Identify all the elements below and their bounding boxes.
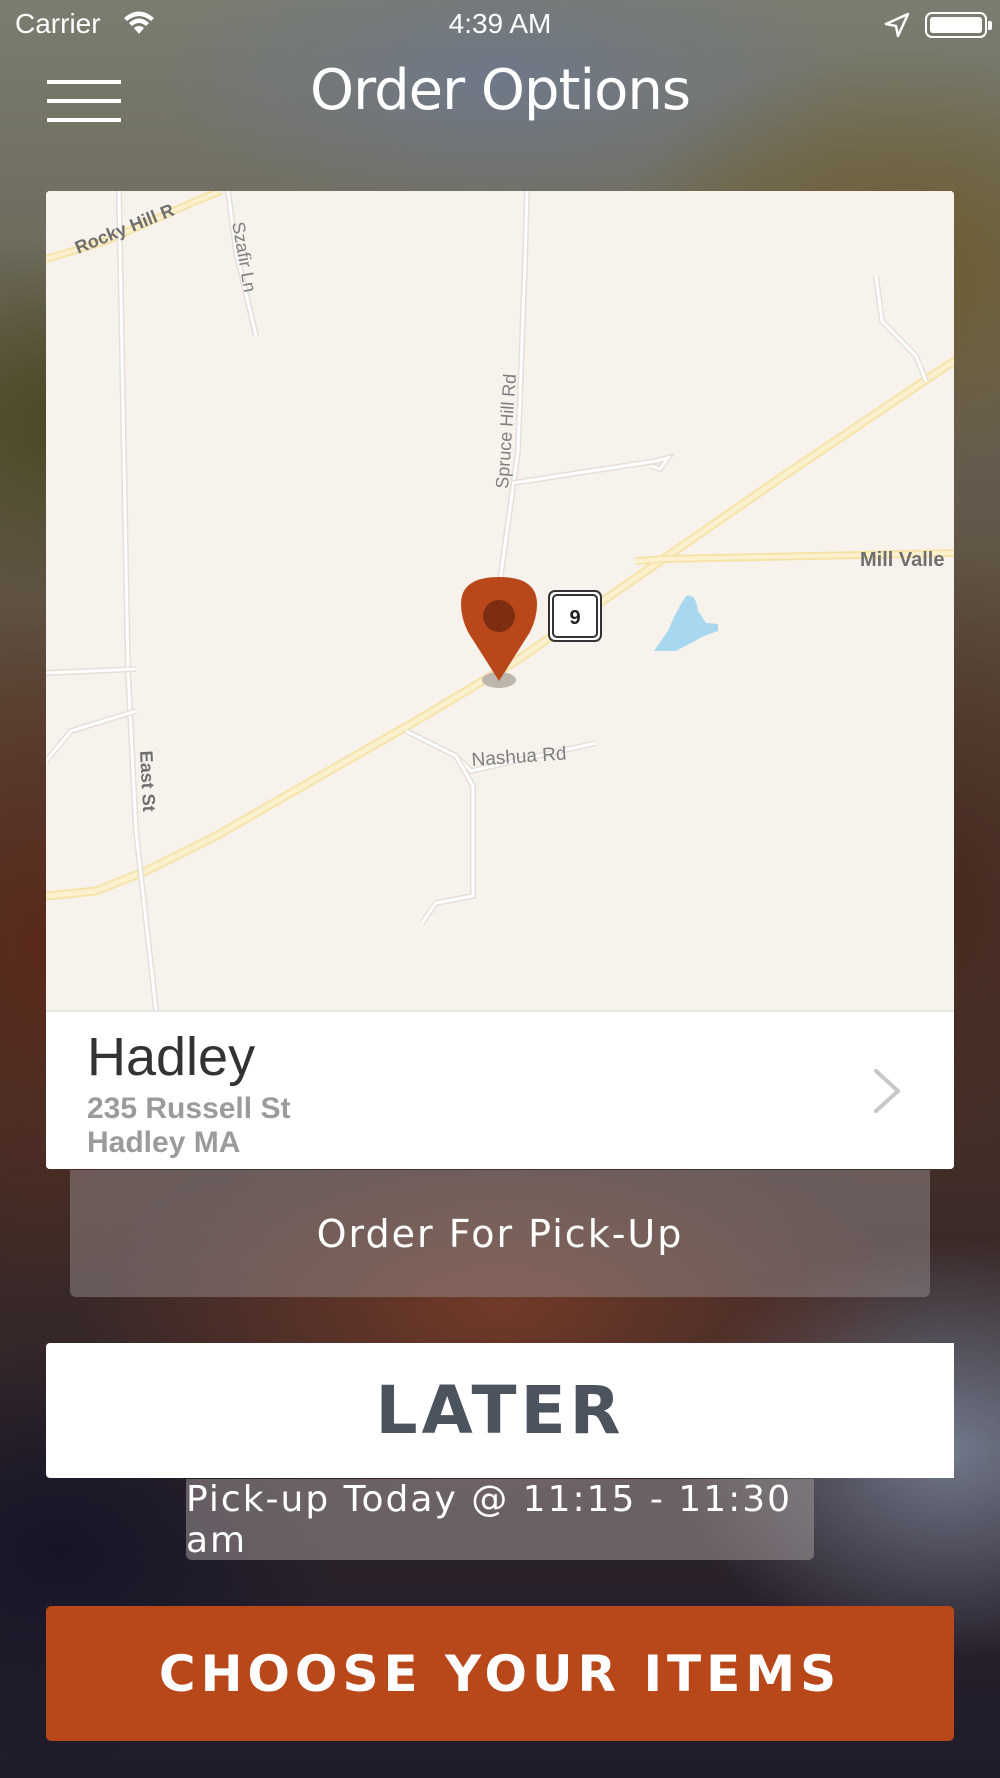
road-label-east-st: East St <box>136 750 159 812</box>
page-title: Order Options <box>309 58 691 123</box>
road-label-nashua: Nashua Rd <box>471 743 567 771</box>
route-shield-number: 9 <box>569 607 580 629</box>
store-name: Hadley <box>87 1027 256 1087</box>
road-label-rocky-hill: Rocky Hill R <box>72 200 177 258</box>
road-label-szafir: Szafir Ln <box>228 220 260 293</box>
later-button[interactable]: LATER <box>46 1343 954 1478</box>
pickup-time-label[interactable]: Pick-up Today @ 11:15 - 11:30 am <box>186 1479 814 1561</box>
choose-items-button[interactable]: CHOOSE YOUR ITEMS <box>46 1606 954 1741</box>
store-city: Hadley MA <box>87 1126 241 1159</box>
battery-icon <box>925 12 992 38</box>
order-mode-button[interactable]: Order For Pick-Up <box>70 1170 930 1297</box>
map-pin-icon[interactable] <box>461 577 537 688</box>
store-location-row[interactable]: Hadley 235 Russell St Hadley MA <box>46 1010 954 1169</box>
route-shield: 9 <box>548 590 602 642</box>
location-card: Rocky Hill R Szafir Ln Spruce Hill Rd Mi… <box>46 191 954 1169</box>
location-arrow-icon <box>884 12 910 45</box>
store-street: 235 Russell St <box>87 1092 291 1125</box>
status-bar: Carrier 4:39 AM <box>0 0 1000 50</box>
road-label-mill-valley: Mill Valle <box>860 549 944 571</box>
chevron-right-icon <box>872 1067 902 1120</box>
map-view[interactable]: Rocky Hill R Szafir Ln Spruce Hill Rd Mi… <box>46 191 954 1010</box>
status-time: 4:39 AM <box>448 8 552 39</box>
